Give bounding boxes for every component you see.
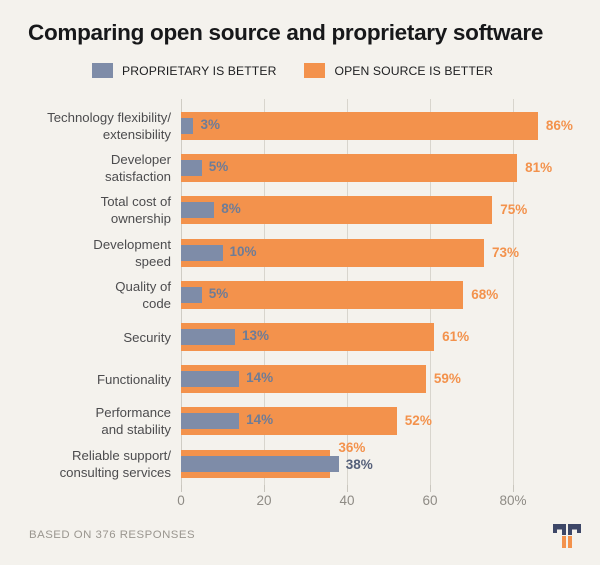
category-label: Quality of code — [11, 278, 171, 312]
bar-open-source[interactable] — [181, 238, 484, 267]
bar-proprietary[interactable] — [181, 286, 202, 303]
bar-open-source[interactable] — [181, 154, 518, 183]
legend-item-open-source[interactable]: OPEN SOURCE IS BETTER — [304, 63, 493, 78]
category-label-line: Functionality — [96, 371, 171, 387]
category-label-line: code — [142, 295, 171, 311]
x-tick-mark — [430, 485, 431, 492]
page-title: Comparing open source and proprietary so… — [28, 20, 544, 45]
category-label-line: Total cost of — [100, 194, 171, 210]
category-label: Security — [11, 329, 171, 346]
category-label-line: consulting services — [59, 464, 171, 480]
category-label-line: Security — [123, 329, 171, 345]
category-label-line: Technology flexibility/ — [47, 110, 171, 125]
category-label: Development speed — [11, 236, 171, 270]
value-label-open-source: 73% — [491, 244, 519, 260]
x-tick-label: 80% — [499, 493, 527, 508]
bar-proprietary[interactable] — [181, 202, 215, 219]
bar-row: 3% 86% — [181, 105, 600, 147]
category-label-line: Developer — [110, 152, 171, 168]
value-label-open-source: 75% — [500, 202, 528, 218]
value-label-proprietary: 13% — [241, 328, 269, 343]
bar-open-source[interactable] — [181, 112, 538, 140]
category-label-line: ownership — [110, 211, 171, 227]
value-label-open-source: 52% — [404, 413, 432, 429]
value-label-open-source: 36% — [338, 439, 366, 455]
bar-proprietary[interactable] — [181, 329, 235, 345]
category-label-line: Performance — [95, 405, 172, 421]
chart-legend: PROPRIETARY IS BETTER OPEN SOURCE IS BET… — [92, 63, 493, 78]
x-axis: 0 20 40 60 80% — [177, 485, 527, 515]
value-label-proprietary: 14% — [246, 412, 274, 428]
bar-proprietary[interactable] — [181, 371, 240, 388]
plot-area: 3% 86% 5% 81% 8% 75% 10% 73% 5% 68% 13% 61% 14% 59% 14… — [181, 99, 600, 485]
chart-card: Comparing open source and proprietary so… — [0, 0, 600, 565]
bar-row: 5% 68% — [181, 274, 600, 316]
tns-logo-icon — [553, 524, 581, 548]
category-label: Functionality — [11, 371, 171, 388]
category-label-line: extensibility — [102, 127, 171, 142]
bar-proprietary[interactable] — [181, 118, 194, 134]
bar-row: 13% 61% — [181, 316, 600, 358]
value-label-open-source: 59% — [433, 371, 461, 387]
x-tick-label: 40 — [339, 493, 355, 508]
category-label: Total cost of ownership — [11, 193, 171, 227]
category-label-line: Quality of — [115, 278, 171, 294]
bar-row: 10% 73% — [181, 232, 600, 274]
value-label-proprietary: 38% — [345, 456, 373, 472]
footer-note: BASED ON 376 RESPONSES — [29, 529, 196, 541]
value-label-open-source: 86% — [545, 118, 573, 133]
value-label-proprietary: 14% — [246, 370, 274, 386]
value-label-proprietary: 8% — [221, 201, 241, 217]
bar-row: 14% 59% — [181, 358, 600, 400]
category-label-line: and stability — [101, 422, 171, 438]
bar-proprietary[interactable] — [181, 244, 223, 261]
category-label-line: speed — [135, 253, 171, 269]
category-label-line: Reliable support/ — [72, 447, 171, 463]
value-label-proprietary: 10% — [229, 243, 257, 259]
category-label-line: Development — [93, 236, 171, 252]
bar-row: 5% 81% — [181, 147, 600, 189]
value-label-open-source: 68% — [471, 286, 499, 302]
bar-row: 38% 36% — [181, 440, 600, 485]
value-label-proprietary: 3% — [200, 117, 220, 132]
bar-row: 14% 52% — [181, 400, 600, 442]
bar-proprietary[interactable] — [181, 413, 240, 430]
bar-proprietary[interactable] — [181, 160, 202, 177]
legend-item-proprietary[interactable]: PROPRIETARY IS BETTER — [92, 63, 276, 78]
x-tick-mark — [347, 485, 348, 492]
value-label-open-source: 81% — [525, 160, 553, 176]
x-tick-mark — [264, 485, 265, 492]
category-label: Developer satisfaction — [11, 151, 171, 185]
legend-swatch-proprietary — [92, 63, 113, 78]
category-label: Technology flexibility/extensibility — [11, 109, 171, 143]
x-tick-label: 0 — [177, 493, 185, 508]
category-label: Reliable support/consulting services — [11, 447, 171, 481]
x-tick-label: 20 — [256, 493, 272, 508]
legend-swatch-open-source — [304, 63, 326, 78]
x-tick-mark — [513, 485, 514, 492]
bar-proprietary[interactable] — [181, 455, 339, 472]
value-label-proprietary: 5% — [208, 159, 229, 175]
category-label-line: satisfaction — [105, 169, 171, 185]
value-label-open-source: 61% — [442, 329, 470, 344]
value-label-proprietary: 5% — [208, 285, 229, 301]
category-label: Performance and stability — [11, 404, 172, 438]
bar-row: 8% 75% — [181, 189, 600, 231]
x-tick-mark — [181, 485, 182, 492]
x-tick-label: 60 — [422, 493, 438, 508]
legend-label-open-source: OPEN SOURCE IS BETTER — [334, 63, 494, 78]
legend-label-proprietary: PROPRIETARY IS BETTER — [122, 63, 277, 78]
